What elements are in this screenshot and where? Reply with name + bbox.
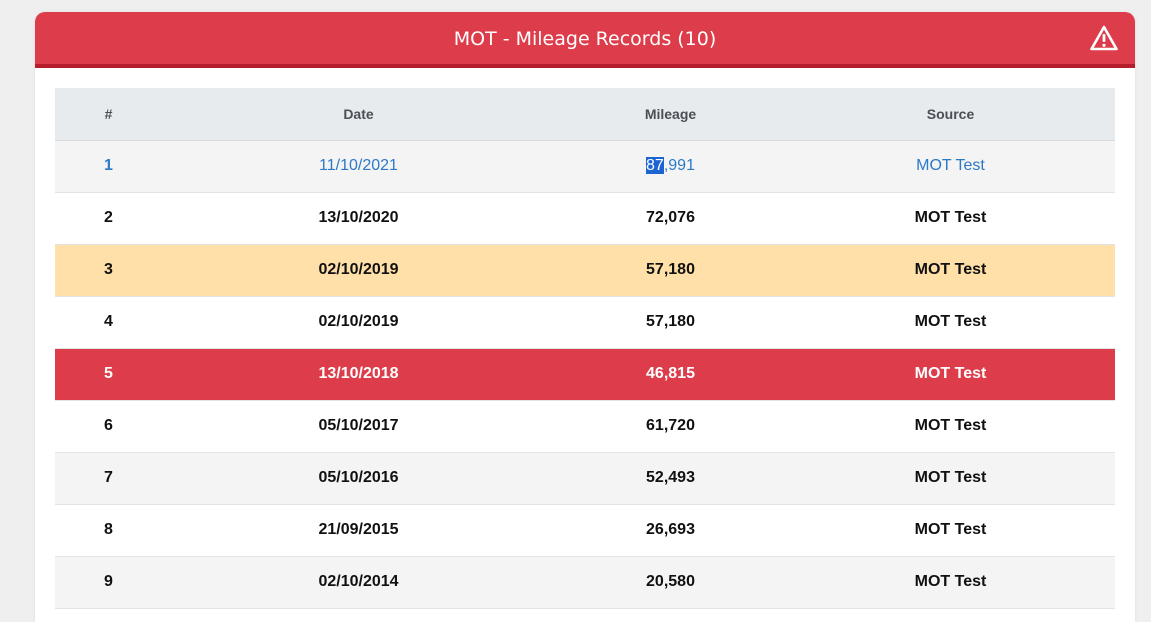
row-mileage: 46,815 <box>555 348 786 401</box>
row-index: 5 <box>55 348 162 401</box>
row-date: 21/09/2015 <box>162 504 555 557</box>
row-date: 05/10/2016 <box>162 452 555 505</box>
warning-triangle-icon[interactable] <box>1090 25 1118 51</box>
row-index: 1 <box>55 140 162 193</box>
mileage-table: # Date Mileage Source 1 11/10/2021 87,99… <box>55 88 1115 609</box>
row-mileage: 72,076 <box>555 192 786 245</box>
row-source: MOT Test <box>786 244 1115 297</box>
row-date: 02/10/2014 <box>162 556 555 609</box>
row-index: 3 <box>55 244 162 297</box>
column-header-source[interactable]: Source <box>786 88 1115 141</box>
row-source: MOT Test <box>786 140 1115 193</box>
card-header: MOT - Mileage Records (10) <box>35 12 1135 68</box>
row-source: MOT Test <box>786 296 1115 349</box>
row-mileage: 20,580 <box>555 556 786 609</box>
row-mileage: 87,991 <box>555 140 786 193</box>
row-source: MOT Test <box>786 556 1115 609</box>
card-title: MOT - Mileage Records (10) <box>453 28 717 50</box>
mileage-table-container: # Date Mileage Source 1 11/10/2021 87,99… <box>55 88 1115 609</box>
row-source: MOT Test <box>786 504 1115 557</box>
table-row[interactable]: 5 13/10/2018 46,815 MOT Test <box>55 348 1115 401</box>
table-row[interactable]: 2 13/10/2020 72,076 MOT Test <box>55 192 1115 245</box>
row-mileage-rest: ,991 <box>663 157 695 174</box>
column-header-index[interactable]: # <box>55 88 162 141</box>
row-index: 2 <box>55 192 162 245</box>
table-row[interactable]: 8 21/09/2015 26,693 MOT Test <box>55 504 1115 557</box>
selected-text: 87 <box>646 157 664 174</box>
row-date: 13/10/2018 <box>162 348 555 401</box>
table-row[interactable]: 6 05/10/2017 61,720 MOT Test <box>55 400 1115 453</box>
table-row[interactable]: 7 05/10/2016 52,493 MOT Test <box>55 452 1115 505</box>
row-index: 8 <box>55 504 162 557</box>
table-row[interactable]: 1 11/10/2021 87,991 MOT Test <box>55 140 1115 193</box>
row-mileage: 26,693 <box>555 504 786 557</box>
row-date: 05/10/2017 <box>162 400 555 453</box>
row-mileage: 57,180 <box>555 244 786 297</box>
table-row[interactable]: 4 02/10/2019 57,180 MOT Test <box>55 296 1115 349</box>
mileage-records-card: MOT - Mileage Records (10) # Date Mileag… <box>35 12 1135 622</box>
row-source: MOT Test <box>786 400 1115 453</box>
row-date: 13/10/2020 <box>162 192 555 245</box>
table-row[interactable]: 9 02/10/2014 20,580 MOT Test <box>55 556 1115 609</box>
row-index: 9 <box>55 556 162 609</box>
row-source: MOT Test <box>786 192 1115 245</box>
row-index: 6 <box>55 400 162 453</box>
row-source: MOT Test <box>786 452 1115 505</box>
row-mileage: 61,720 <box>555 400 786 453</box>
row-date: 02/10/2019 <box>162 244 555 297</box>
row-source: MOT Test <box>786 348 1115 401</box>
table-header-row: # Date Mileage Source <box>55 88 1115 141</box>
column-header-date[interactable]: Date <box>162 88 555 141</box>
row-date: 02/10/2019 <box>162 296 555 349</box>
row-index: 7 <box>55 452 162 505</box>
table-row[interactable]: 3 02/10/2019 57,180 MOT Test <box>55 244 1115 297</box>
column-header-mileage[interactable]: Mileage <box>555 88 786 141</box>
row-mileage: 57,180 <box>555 296 786 349</box>
row-date: 11/10/2021 <box>162 140 555 193</box>
row-mileage: 52,493 <box>555 452 786 505</box>
row-index: 4 <box>55 296 162 349</box>
